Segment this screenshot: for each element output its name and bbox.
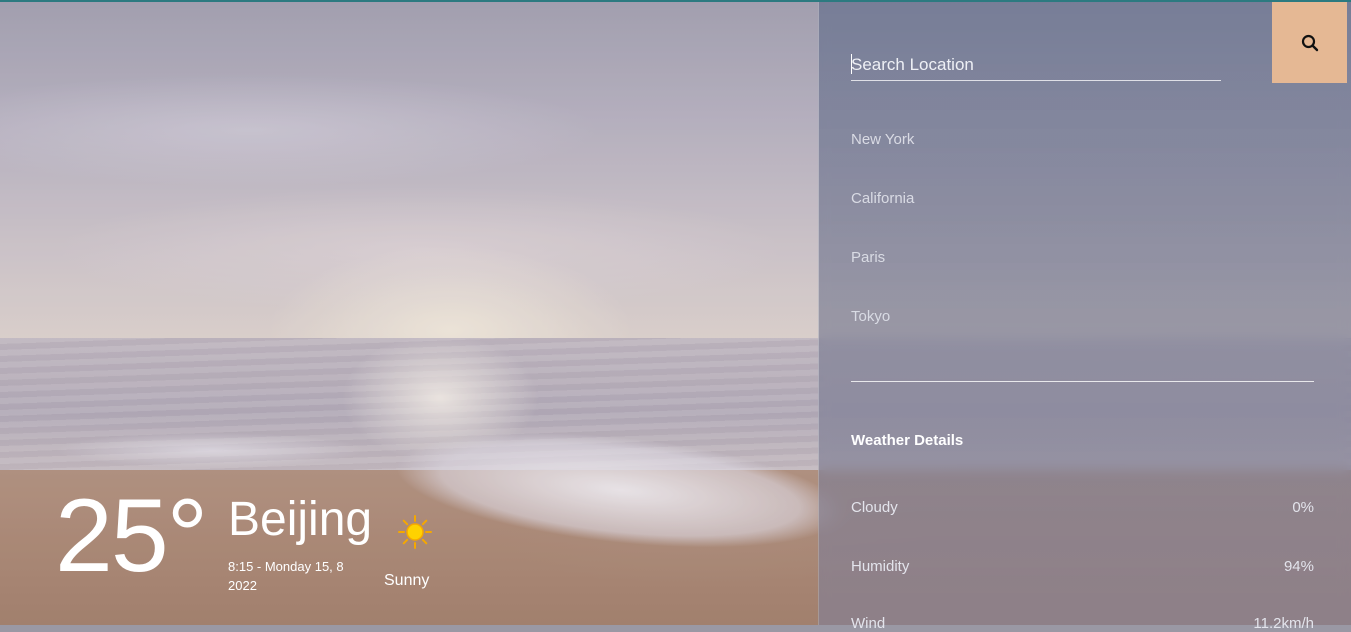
divider — [851, 381, 1314, 382]
location-item-tokyo[interactable]: Tokyo — [851, 308, 890, 325]
location-item-california[interactable]: California — [851, 190, 914, 207]
city-name: Beijing — [228, 493, 373, 546]
detail-row-wind: Wind 11.2km/h — [851, 615, 1314, 632]
detail-label: Cloudy — [851, 499, 898, 516]
detail-value: 11.2km/h — [1253, 615, 1314, 632]
detail-value: 0% — [1292, 499, 1314, 516]
search-button[interactable] — [1272, 2, 1347, 83]
weather-condition: Sunny — [384, 572, 430, 589]
temperature: 25° — [55, 478, 208, 594]
location-item-paris[interactable]: Paris — [851, 249, 885, 266]
search-input[interactable] — [851, 50, 1221, 81]
search-icon — [1301, 34, 1318, 51]
date-time: 8:15 - Monday 15, 8 2022 — [228, 559, 344, 593]
location-item-new-york[interactable]: New York — [851, 131, 914, 148]
side-panel: New York California Paris Tokyo Weather … — [818, 2, 1351, 632]
sun-icon — [398, 515, 432, 549]
detail-row-cloudy: Cloudy 0% — [851, 499, 1314, 516]
detail-value: 94% — [1283, 558, 1314, 575]
text-caret — [851, 54, 852, 74]
detail-label: Humidity — [851, 558, 910, 575]
weather-details-title: Weather Details — [851, 432, 964, 449]
detail-row-humidity: Humidity 94% — [851, 558, 1314, 575]
top-accent-line — [0, 0, 1351, 2]
detail-label: Wind — [851, 615, 886, 632]
